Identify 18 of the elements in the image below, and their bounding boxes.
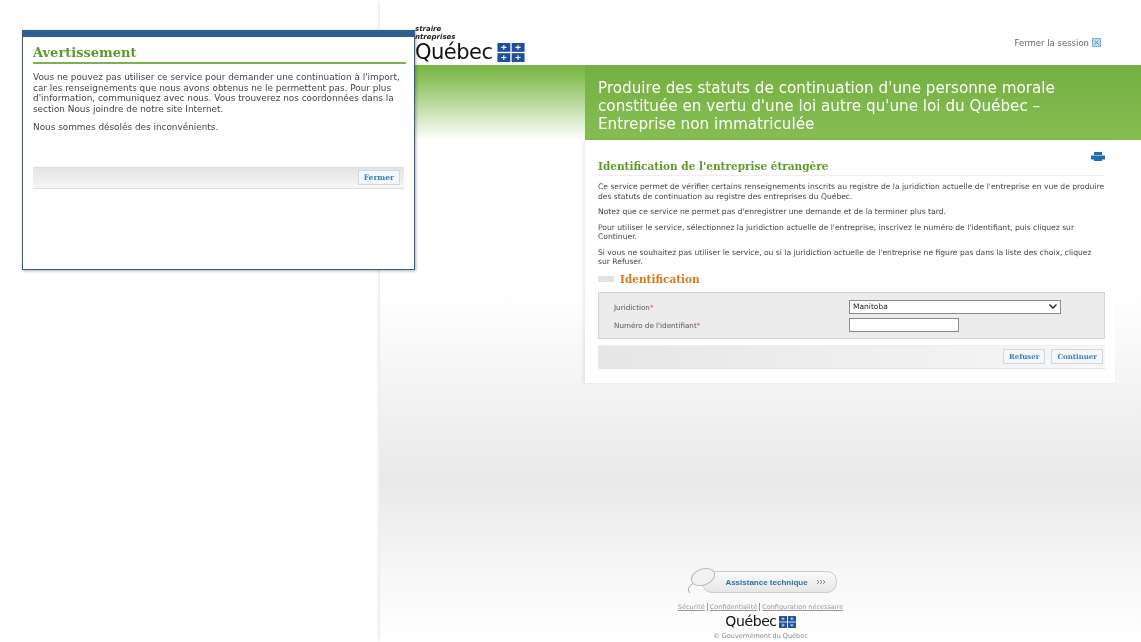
dialog-message: Vous ne pouvez pas utiliser ce service pour demander une continuation à l'import, car les renseignements que nous avons obtenus ne le permettent pas. Pour plus d'information, communiquez avec nous. Vous trouverez nos coordonnées dans la section Nous joindre de notre site Internet. [33,72,401,114]
double-arrow-icon [815,579,826,585]
flag-icon [778,615,796,628]
dialog-title: Avertissement [33,45,406,64]
close-icon[interactable] [1092,38,1101,47]
section-marker [598,275,614,282]
page-title: Produire des statuts de continuation d'une personne morale constituée en vertu d'une loi autre qu'une loi du Québec – Entreprise non immatriculée [598,79,1056,133]
assistance-button[interactable]: Assistance technique [702,571,837,593]
logout-link[interactable]: Fermer la session [1014,38,1089,48]
flag-icon [496,42,525,62]
quebec-wordmark: Québec [725,614,777,629]
identifier-field[interactable] [849,317,959,332]
dialog-message: Nous sommes désolés des inconvénients. [33,122,220,133]
print-icon[interactable] [1091,152,1105,161]
subsection-title: Identification [620,272,700,285]
chevron-icon [1049,304,1057,309]
quebec-wordmark: Québec [415,41,493,63]
section-title: Identification de l'entreprise étrangère [598,160,1105,176]
